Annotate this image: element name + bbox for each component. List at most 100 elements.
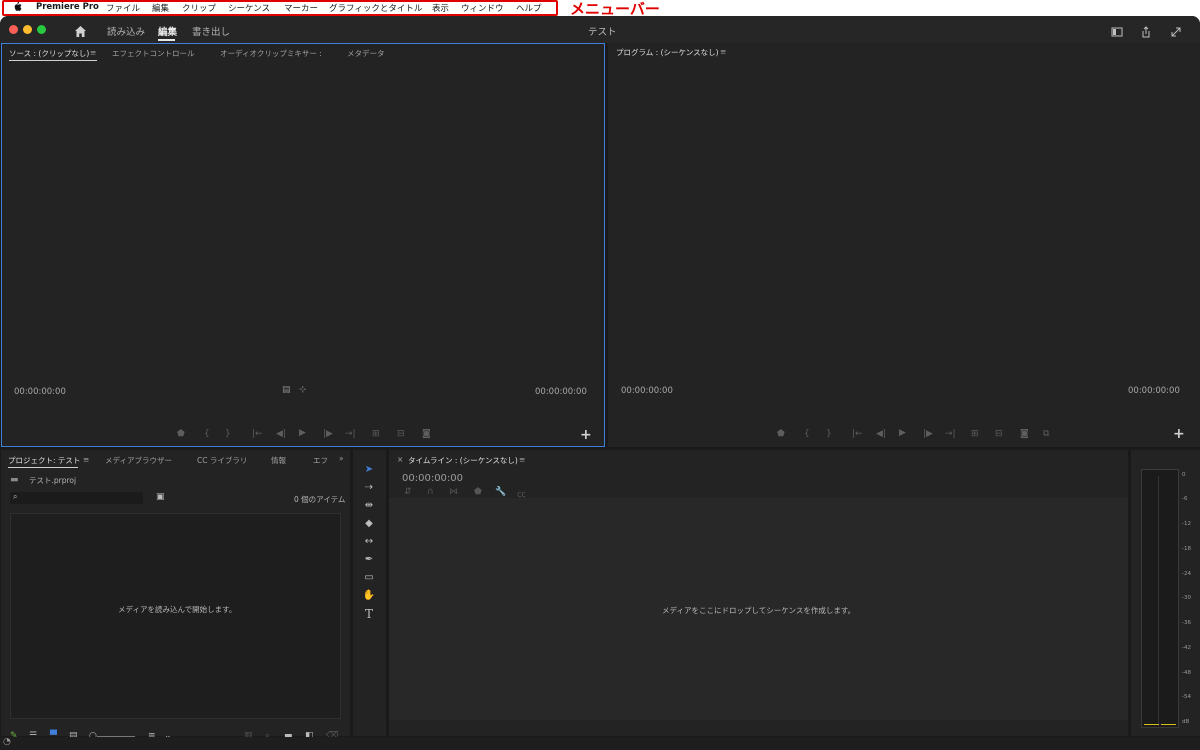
rectangle-tool-icon[interactable]: ▭ [362, 571, 376, 585]
document-title: テスト [588, 27, 617, 38]
add-button[interactable]: + [580, 427, 592, 443]
panel-menu-icon[interactable]: ≡ [720, 47, 726, 56]
workspace-import-tab[interactable]: 読み込み [107, 24, 145, 38]
play-icon[interactable]: ▶ [299, 428, 306, 438]
compare-view-icon[interactable]: ⧉ [1043, 429, 1049, 439]
search-input[interactable]: ⌕ [10, 492, 143, 504]
panel-menu-icon[interactable]: ≡ [90, 48, 96, 57]
close-window-button[interactable] [9, 25, 18, 34]
ripple-edit-tool-icon[interactable]: ⇹ [362, 499, 376, 513]
tab-project[interactable]: プロジェクト: テスト [8, 455, 80, 466]
workspace-edit-tab[interactable]: 編集 [158, 24, 177, 38]
go-to-in-icon[interactable]: |← [252, 429, 263, 439]
snap-icon[interactable]: ∩ [427, 487, 434, 497]
go-to-out-icon[interactable]: →| [945, 429, 956, 439]
item-count: 0 個のアイテム [294, 495, 346, 504]
lift-icon[interactable]: ⊞ [971, 429, 979, 439]
step-back-icon[interactable]: ◀| [276, 429, 286, 439]
add-button[interactable]: + [1173, 426, 1185, 442]
more-tabs-icon[interactable]: » [339, 454, 344, 463]
play-icon[interactable]: ▶ [899, 428, 906, 438]
active-tab-underline [9, 60, 97, 61]
extract-icon[interactable]: ⊟ [995, 429, 1003, 439]
tab-info[interactable]: 情報 [271, 455, 286, 466]
minimize-window-button[interactable] [23, 25, 32, 34]
mark-out-icon[interactable]: } [225, 429, 231, 439]
panel-menu-icon[interactable]: ≡ [83, 455, 89, 464]
meter-label: -18 [1182, 546, 1191, 552]
source-timecode-current[interactable]: 00:00:00:00 [14, 387, 66, 397]
tab-audio-clip-mixer[interactable]: オーディオクリップミキサー : [220, 48, 322, 59]
go-to-in-icon[interactable]: |← [852, 429, 863, 439]
mark-in-icon[interactable]: { [204, 429, 210, 439]
project-panel[interactable]: プロジェクト: テスト ≡ メディアブラウザー CC ライブラリ 情報 エフ »… [1, 450, 350, 741]
tab-source[interactable]: ソース : (クリップなし) [9, 48, 89, 59]
tab-program[interactable]: プログラム : (シーケンスなし) [616, 47, 719, 58]
app-window: 読み込み 編集 書き出し テスト ソース : (クリップなし) ≡ エフェクトコ… [0, 16, 1200, 750]
type-tool-icon[interactable]: T [362, 607, 376, 621]
selection-tool-icon[interactable]: ➤ [362, 463, 376, 477]
active-workspace-indicator [158, 39, 175, 41]
tab-effect-controls[interactable]: エフェクトコントロール [112, 48, 195, 59]
tab-metadata[interactable]: メタデータ [347, 48, 385, 59]
go-to-out-icon[interactable]: →| [345, 429, 356, 439]
timeline-timecode[interactable]: 00:00:00:00 [402, 473, 463, 484]
linked-selection-icon[interactable]: ⋈ [449, 487, 458, 497]
close-icon[interactable]: × [397, 455, 403, 464]
meter-label: -48 [1182, 670, 1191, 676]
step-forward-icon[interactable]: |▶ [923, 429, 933, 439]
source-timecode-duration: 00:00:00:00 [535, 387, 587, 397]
left-channel-meter [1144, 476, 1159, 726]
hand-tool-icon[interactable]: ✋ [362, 589, 376, 603]
slip-tool-icon[interactable]: ↔ [362, 535, 376, 549]
tab-effects[interactable]: エフ [313, 455, 328, 466]
nest-icon[interactable]: ⇵ [404, 487, 412, 497]
meter-label: -42 [1182, 645, 1191, 651]
track-select-tool-icon[interactable]: ⇢ [362, 481, 376, 495]
meter-label: -36 [1182, 620, 1191, 626]
panel-menu-icon[interactable]: ≡ [519, 455, 525, 464]
program-timecode-duration: 00:00:00:00 [1128, 386, 1180, 396]
status-bar: ◔ [0, 737, 1200, 750]
add-marker-icon[interactable]: ⬟ [474, 487, 482, 497]
meter-label: -24 [1182, 571, 1191, 577]
share-icon[interactable] [1140, 23, 1153, 38]
tab-cc-libraries[interactable]: CC ライブラリ [197, 455, 247, 466]
add-marker-icon[interactable]: ⬟ [777, 429, 785, 439]
overwrite-icon[interactable]: ⊟ [397, 429, 405, 439]
empty-project-hint: メディアを読み込んで開始します。 [118, 605, 237, 614]
background-tasks-icon[interactable]: ◔ [3, 737, 11, 747]
insert-icon[interactable]: ⊞ [372, 429, 380, 439]
pen-tool-icon[interactable]: ✒ [362, 553, 376, 567]
workspace-export-tab[interactable]: 書き出し [192, 24, 230, 38]
panel-layout-icon[interactable] [1111, 23, 1124, 37]
zoom-window-button[interactable] [37, 25, 46, 34]
program-monitor-panel[interactable]: プログラム : (シーケンスなし) ≡ 00:00:00:00 00:00:00… [608, 43, 1200, 447]
drag-audio-icon[interactable]: ⊹ [299, 385, 307, 395]
export-frame-icon[interactable]: ◙ [422, 429, 431, 439]
tab-media-browser[interactable]: メディアブラウザー [105, 455, 172, 466]
razor-tool-icon[interactable]: ◆ [362, 517, 376, 531]
drag-video-icon[interactable]: ▤ [282, 385, 291, 395]
export-frame-icon[interactable]: ◙ [1020, 429, 1029, 439]
meter-label: -30 [1182, 595, 1191, 601]
source-monitor-panel[interactable]: ソース : (クリップなし) ≡ エフェクトコントロール オーディオクリップミキ… [1, 43, 605, 447]
search-icon: ⌕ [13, 492, 18, 501]
level-indicator-left [1144, 724, 1159, 725]
add-marker-icon[interactable]: ⬟ [177, 429, 185, 439]
project-bin-area[interactable]: メディアを読み込んで開始します。 [10, 513, 341, 719]
wrench-icon[interactable]: 🔧 [495, 487, 506, 497]
meter-label: -54 [1182, 694, 1191, 700]
new-search-bin-icon[interactable]: ▣ [156, 492, 165, 502]
mark-in-icon[interactable]: { [804, 429, 810, 439]
mark-out-icon[interactable]: } [826, 429, 832, 439]
program-timecode-current[interactable]: 00:00:00:00 [621, 386, 673, 396]
menu-bar-highlight [2, 0, 558, 16]
timeline-panel[interactable]: × タイムライン : (シーケンスなし) ≡ 00:00:00:00 ⇵ ∩ ⋈… [389, 450, 1128, 736]
home-icon[interactable] [74, 23, 87, 37]
step-back-icon[interactable]: ◀| [876, 429, 886, 439]
tab-timeline[interactable]: タイムライン : (シーケンスなし) [408, 455, 518, 466]
timeline-track-area[interactable]: メディアをここにドロップしてシーケンスを作成します。 [389, 498, 1128, 720]
step-forward-icon[interactable]: |▶ [323, 429, 333, 439]
fullscreen-icon[interactable] [1170, 23, 1183, 37]
